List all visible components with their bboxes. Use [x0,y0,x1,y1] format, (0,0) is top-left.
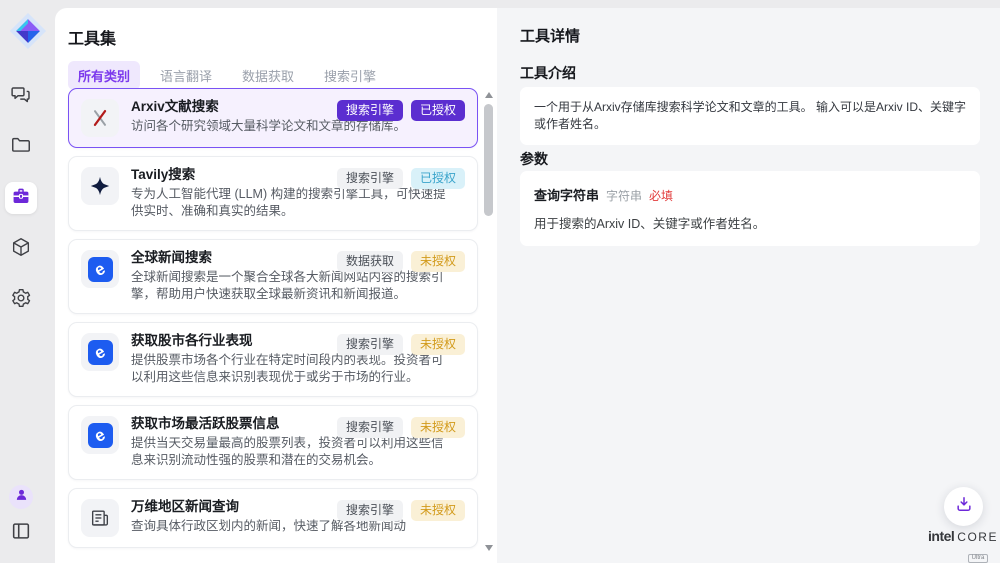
auth-status-badge: 未授权 [411,500,465,521]
tab-translation[interactable]: 语言翻译 [150,61,222,90]
page-title: 工具集 [68,25,116,49]
param-desc: 用于搜索的Arxiv ID、关键字或作者姓名。 [534,213,966,232]
folder-icon [10,134,32,161]
panel-toggle-icon [10,520,32,547]
intro-heading: 工具介绍 [520,63,576,83]
tool-detail-panel: 工具详情 工具介绍 一个用于从Arxiv存储库搜索科学论文和文章的工具。 输入可… [497,8,1000,563]
scroll-down-arrow-icon[interactable] [485,545,493,551]
juhe-e-icon: e [81,333,119,371]
sidebar-item-models[interactable] [5,233,37,265]
auth-status-badge: 已授权 [411,168,465,189]
category-badge: 搜索引擎 [337,334,403,355]
app-logo-gem-icon [9,12,47,50]
tab-search-engine[interactable]: 搜索引擎 [314,61,386,90]
auth-status-badge: 未授权 [411,251,465,272]
category-badge: 搜索引擎 [337,168,403,189]
intel-core-ultra-logo: intelcore Ultra [928,528,994,563]
sidebar [0,0,55,563]
category-badge: 搜索引擎 [337,417,403,438]
sidebar-item-toolbox[interactable] [5,182,37,214]
auth-status-badge: 未授权 [411,334,465,355]
param-required-flag: 必填 [649,187,673,204]
category-tabs: 所有类别 语言翻译 数据获取 搜索引擎 [68,61,386,90]
tool-list-panel: 工具集 所有类别 语言翻译 数据获取 搜索引擎 Arxiv文献搜索 访问各个研究… [55,8,497,563]
sidebar-item-files[interactable] [5,131,37,163]
download-icon [954,494,974,519]
gear-icon [10,287,32,314]
category-badge: 数据获取 [337,251,403,272]
scroll-up-arrow-icon[interactable] [485,92,493,98]
param-type: 字符串 [606,187,642,204]
tool-card-desc: 全球新闻搜索是一个聚合全球各大新闻网站内容的搜索引擎，帮助用户快速获取全球最新资… [131,269,453,303]
ultra-badge: Ultra [968,554,989,563]
tool-card-tavily[interactable]: Tavily搜索 专为人工智能代理 (LLM) 构建的搜索引擎工具，可快速提供实… [68,156,478,231]
sidebar-footer [0,485,42,545]
tool-card-list: Arxiv文献搜索 访问各个研究领域大量科学论文和文章的存储库。 搜索引擎 已授… [68,88,478,548]
category-badge: 搜索引擎 [337,100,403,121]
tool-card-desc: 专为人工智能代理 (LLM) 构建的搜索引擎工具，可快速提供实时、准确和真实的结… [131,186,453,220]
intel-wordmark: intel [928,528,954,544]
download-button[interactable] [944,487,983,526]
intro-text-box: 一个用于从Arxiv存储库搜索科学论文和文章的工具。 输入可以是Arxiv ID… [520,87,980,145]
sidebar-item-settings[interactable] [5,284,37,316]
cube-icon [10,236,32,263]
detail-title: 工具详情 [520,25,580,46]
tool-card-regional-news[interactable]: 万维地区新闻查询 查询具体行政区划内的新闻，快速了解各地新闻动 搜索引擎 未授权 [68,488,478,548]
arxiv-icon [81,99,119,137]
tool-card-desc: 提供当天交易量最高的股票列表，投资者可以利用这些信息来识别流动性强的股票和潜在的… [131,435,453,469]
user-avatar-icon [14,487,29,507]
tool-card-arxiv[interactable]: Arxiv文献搜索 访问各个研究领域大量科学论文和文章的存储库。 搜索引擎 已授… [68,88,478,148]
tool-card-desc: 提供股票市场各个行业在特定时间段内的表现。投资者可以利用这些信息来识别表现优于或… [131,352,453,386]
juhe-e-icon: e [81,250,119,288]
auth-status-badge: 已授权 [411,100,465,121]
toolbox-icon [10,185,32,212]
auth-status-badge: 未授权 [411,417,465,438]
juhe-e-icon: e [81,416,119,454]
category-badge: 搜索引擎 [337,500,403,521]
param-card: 查询字符串 字符串 必填 用于搜索的Arxiv ID、关键字或作者姓名。 [520,171,980,246]
chat-icon [10,83,32,110]
scrollbar-thumb[interactable] [484,104,493,216]
tab-data-fetch[interactable]: 数据获取 [232,61,304,90]
tool-card-global-news[interactable]: e 全球新闻搜索 全球新闻搜索是一个聚合全球各大新闻网站内容的搜索引擎，帮助用户… [68,239,478,314]
user-avatar[interactable] [9,485,33,509]
tab-all-categories[interactable]: 所有类别 [68,61,140,90]
tavily-star-icon [81,167,119,205]
core-wordmark: core [957,530,998,544]
param-name: 查询字符串 [534,185,599,204]
list-scrollbar[interactable] [484,92,494,551]
panel-toggle-button[interactable] [9,521,33,545]
sidebar-item-chat[interactable] [5,80,37,112]
newspaper-icon [81,499,119,537]
tool-card-sector-performance[interactable]: e 获取股市各行业表现 提供股票市场各个行业在特定时间段内的表现。投资者可以利用… [68,322,478,397]
params-heading: 参数 [520,149,548,169]
tool-card-most-active-stocks[interactable]: e 获取市场最活跃股票信息 提供当天交易量最高的股票列表，投资者可以利用这些信息… [68,405,478,480]
sidebar-nav [0,80,42,316]
